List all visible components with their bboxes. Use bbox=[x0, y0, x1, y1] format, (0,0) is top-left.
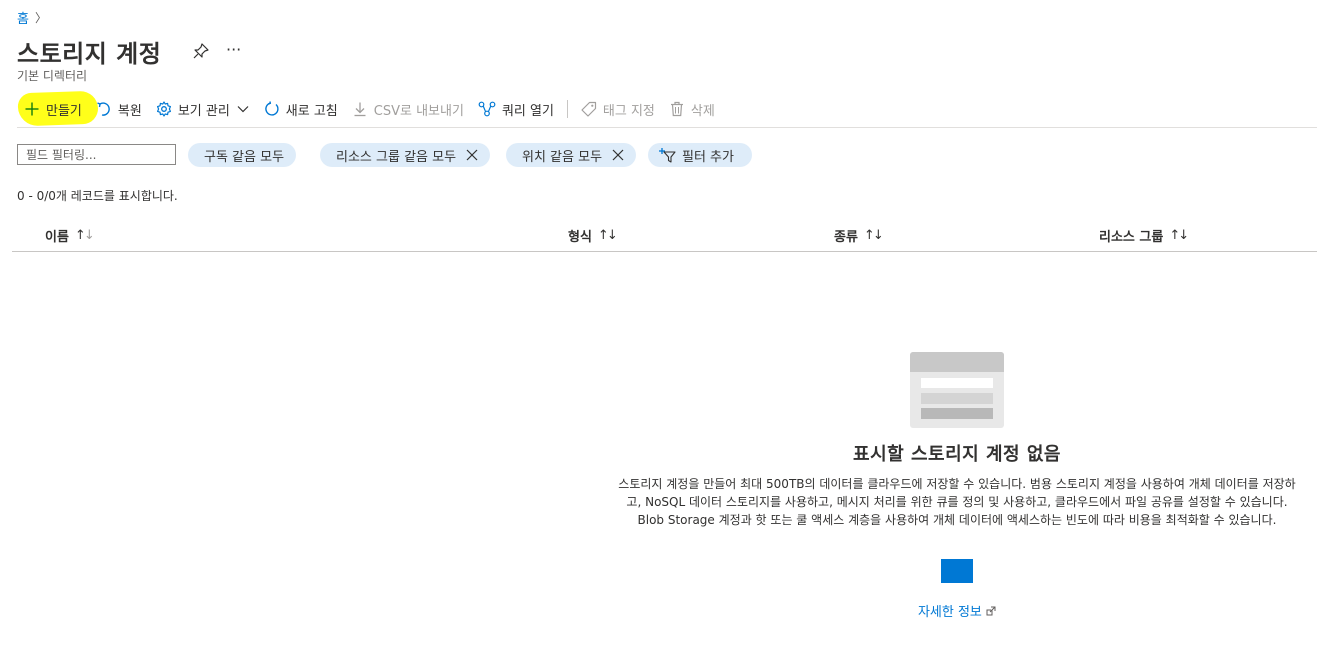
page-title: 스토리지 계정 bbox=[17, 40, 162, 68]
filter-add-icon bbox=[659, 148, 676, 163]
download-icon bbox=[354, 102, 366, 117]
column-header-type[interactable]: 형식 ↑↓ bbox=[568, 226, 618, 245]
trash-icon bbox=[670, 101, 683, 117]
external-link-icon bbox=[986, 606, 996, 616]
create-label: 만들기 bbox=[46, 103, 82, 119]
column-header-kind[interactable]: 종류 ↑↓ bbox=[834, 226, 884, 245]
record-count: 0 - 0/0개 레코드를 표시합니다. bbox=[17, 189, 178, 203]
toolbar-divider-line bbox=[17, 127, 1317, 128]
more-options-icon[interactable]: ··· bbox=[226, 40, 241, 59]
export-csv-label: CSV로 내보내기 bbox=[373, 103, 464, 119]
add-filter-button[interactable]: 필터 추가 bbox=[648, 143, 752, 167]
refresh-label: 새로 고침 bbox=[285, 103, 338, 119]
add-filter-label: 필터 추가 bbox=[682, 149, 734, 165]
filter-pill-label: 리소스 그룹 같음 모두 bbox=[336, 149, 457, 165]
filter-pill-label: 위치 같음 모두 bbox=[522, 149, 603, 165]
plus-icon bbox=[25, 102, 39, 116]
filter-pill-label: 구독 같음 모두 bbox=[204, 149, 285, 165]
pin-icon[interactable] bbox=[192, 42, 210, 60]
learn-more-link[interactable]: 자세한 정보 bbox=[615, 601, 1299, 620]
sort-icon: ↑↓ bbox=[1169, 228, 1189, 243]
chevron-right-icon: 〉 bbox=[34, 11, 47, 25]
tag-icon bbox=[581, 101, 597, 117]
learn-more-label: 자세한 정보 bbox=[917, 605, 982, 620]
create-storage-account-button[interactable] bbox=[941, 559, 973, 583]
sort-icon: ↑↓ bbox=[74, 228, 95, 243]
manage-view-button[interactable]: 보기 관리 bbox=[149, 96, 257, 122]
empty-state-title: 표시할 스토리지 계정 없음 bbox=[853, 444, 1061, 465]
delete-button[interactable]: 삭제 bbox=[662, 96, 722, 122]
close-icon[interactable] bbox=[466, 149, 478, 161]
assign-tags-label: 태그 지정 bbox=[602, 103, 655, 119]
undo-icon bbox=[97, 102, 110, 116]
export-csv-button[interactable]: CSV로 내보내기 bbox=[345, 96, 471, 122]
refresh-button[interactable]: 새로 고침 bbox=[257, 96, 345, 122]
query-icon bbox=[478, 101, 496, 117]
breadcrumb-home-link[interactable]: 홈 bbox=[17, 8, 29, 27]
column-header-resource-group[interactable]: 리소스 그룹 ↑↓ bbox=[1099, 226, 1189, 245]
refresh-icon bbox=[265, 101, 279, 116]
storage-illustration bbox=[910, 352, 1004, 428]
gear-icon bbox=[156, 101, 171, 117]
empty-state-description: 스토리지 계정을 만들어 최대 500TB의 데이터를 클라우드에 저장할 수 … bbox=[618, 477, 1296, 527]
sort-icon: ↑↓ bbox=[863, 228, 884, 243]
open-query-button[interactable]: 쿼리 열기 bbox=[471, 96, 561, 122]
table-header: 이름 ↑↓ 형식 ↑↓ 종류 ↑↓ 리소스 그룹 ↑↓ bbox=[12, 222, 1317, 252]
column-header-label: 이름 bbox=[45, 230, 69, 245]
column-header-name[interactable]: 이름 ↑↓ bbox=[45, 226, 95, 245]
delete-label: 삭제 bbox=[690, 103, 715, 119]
close-icon[interactable] bbox=[612, 149, 624, 161]
column-header-label: 리소스 그룹 bbox=[1099, 230, 1164, 245]
restore-label: 복원 bbox=[117, 103, 142, 119]
column-header-label: 종류 bbox=[834, 230, 858, 245]
filter-pill-location[interactable]: 위치 같음 모두 bbox=[506, 143, 637, 167]
assign-tags-button[interactable]: 태그 지정 bbox=[574, 96, 662, 122]
breadcrumb: 홈 〉 bbox=[17, 8, 47, 27]
toolbar-divider bbox=[566, 100, 568, 118]
filter-pill-resource-group[interactable]: 리소스 그룹 같음 모두 bbox=[320, 143, 491, 167]
open-query-label: 쿼리 열기 bbox=[501, 103, 554, 119]
sort-icon: ↑↓ bbox=[597, 228, 618, 243]
chevron-down-icon bbox=[237, 106, 249, 113]
create-button[interactable]: 만들기 bbox=[17, 96, 89, 122]
filter-field-input[interactable] bbox=[17, 144, 176, 165]
command-bar: 만들기 복원 보기 관리 새로 고침 CSV로 내보내기 쿼리 열기 태그 지정… bbox=[17, 96, 722, 122]
restore-button[interactable]: 복원 bbox=[89, 96, 149, 122]
filter-pill-subscription[interactable]: 구독 같음 모두 bbox=[188, 143, 297, 167]
manage-view-label: 보기 관리 bbox=[177, 103, 230, 119]
page-subtitle: 기본 디렉터리 bbox=[17, 69, 88, 83]
column-header-label: 형식 bbox=[568, 230, 592, 245]
